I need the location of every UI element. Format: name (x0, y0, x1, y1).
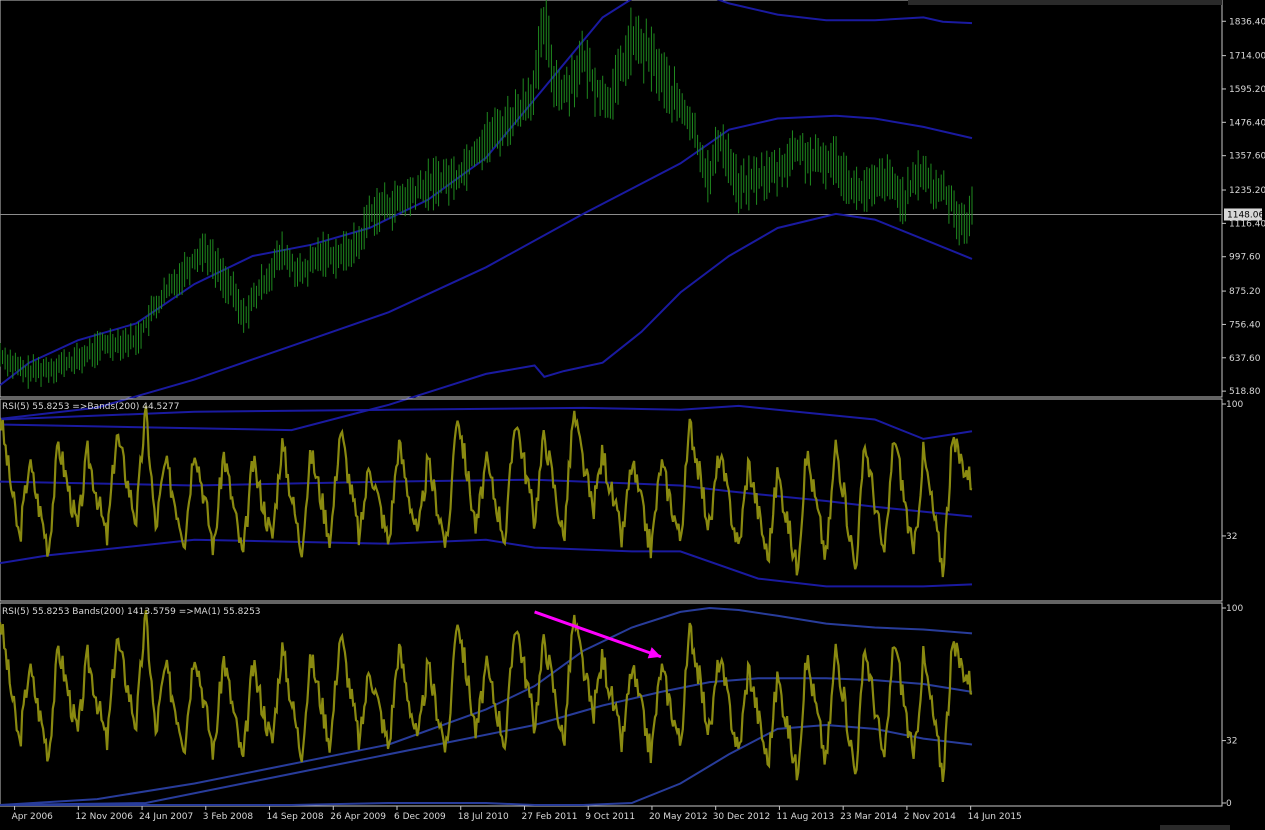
rsi-tick-label: 32 (1226, 737, 1237, 747)
time-tick-label: 23 Mar 2014 (840, 812, 897, 822)
rsi-tick-label: 100 (1226, 400, 1243, 410)
time-tick-label: Apr 2006 (12, 812, 54, 822)
chart-window: 1836.40 1714.00 1595.20 1476.40 1357.60 1235.… (0, 0, 1265, 830)
rsi-ma-axis: 100 32 0 (1222, 604, 1243, 809)
price-panel: 1836.40 1714.00 1595.20 1476.40 1357.60 1235.… (0, 0, 1265, 432)
rsi-ma-label: RSI(5) 55.8253 Bands(200) 1413.5759 =>MA… (2, 607, 261, 617)
rsi-line-2 (0, 609, 973, 783)
price-tick-label: 1116.40 (1229, 219, 1265, 229)
time-tick-label: 14 Sep 2008 (267, 812, 324, 822)
time-tick-label: 2 Nov 2014 (904, 812, 956, 822)
time-tick-label: 27 Feb 2011 (521, 812, 577, 822)
time-axis: Apr 2006 12 Nov 2006 24 Jun 2007 3 Feb 2008… (12, 806, 1022, 822)
price-tick-label: 1714.00 (1229, 52, 1265, 62)
arrow-shaft (534, 610, 662, 659)
time-tick-label: 9 Oct 2011 (585, 812, 635, 822)
price-tick-label: 1595.20 (1229, 85, 1265, 95)
time-tick-label: 30 Dec 2012 (713, 812, 771, 822)
band-lower (0, 723, 973, 806)
time-tick-label: 11 Aug 2013 (776, 812, 834, 822)
rsi-bands-panel: 100 32 RSI(5) 55.8253 =>Bands(200) 44.527… (0, 398, 1243, 602)
rsi-line (0, 405, 973, 578)
price-axis: 1836.40 1714.00 1595.20 1476.40 1357.60 1235.… (1222, 17, 1265, 397)
band-middle (0, 478, 973, 518)
time-tick-label: 12 Nov 2006 (75, 812, 133, 822)
rsi-bands-lines (0, 404, 973, 588)
time-tick-label: 20 May 2012 (649, 812, 708, 822)
time-tick-label: 18 Jul 2010 (458, 812, 509, 822)
band-middle (0, 677, 973, 806)
price-tick-label: 637.60 (1229, 354, 1261, 364)
rsi-tick-label: 100 (1226, 604, 1243, 614)
price-tick-label: 1235.20 (1229, 186, 1265, 196)
price-tick-label: 518.80 (1229, 387, 1261, 397)
rsi-bands-label: RSI(5) 55.8253 =>Bands(200) 44.5277 (2, 402, 179, 412)
rsi-bands-frame (0, 398, 1223, 602)
price-tick-label: 1476.40 (1229, 118, 1265, 128)
scroll-tab[interactable] (908, 0, 1222, 5)
bollinger-bands (0, 0, 973, 432)
scrollbar-thumb[interactable] (1160, 825, 1230, 830)
price-tick-label: 875.20 (1229, 287, 1261, 297)
rsi-ma-bands-lines (0, 606, 973, 806)
price-tick-label: 997.60 (1229, 253, 1261, 263)
time-tick-label: 14 Jun 2015 (968, 812, 1022, 822)
price-tick-label: 1836.40 (1229, 17, 1265, 27)
rsi-ma-panel: 100 32 0 RSI(5) 55.8253 Bands(200) 1413.57… (0, 602, 1243, 809)
price-tick-label: 756.40 (1229, 320, 1261, 330)
time-tick-label: 6 Dec 2009 (394, 812, 446, 822)
time-tick-label: 3 Feb 2008 (203, 812, 254, 822)
price-bars (0, 0, 973, 389)
time-tick-label: 26 Apr 2009 (330, 812, 386, 822)
rsi-tick-label: 32 (1226, 532, 1237, 542)
current-price-label: 1148.06 (1227, 210, 1264, 220)
rsi-tick-label: 0 (1226, 799, 1232, 809)
rsi-bands-axis: 100 32 (1222, 400, 1243, 542)
time-tick-label: 24 Jun 2007 (139, 812, 193, 822)
band-upper (0, 606, 973, 806)
price-tick-label: 1357.60 (1229, 152, 1265, 162)
divergence-arrow (534, 610, 662, 659)
